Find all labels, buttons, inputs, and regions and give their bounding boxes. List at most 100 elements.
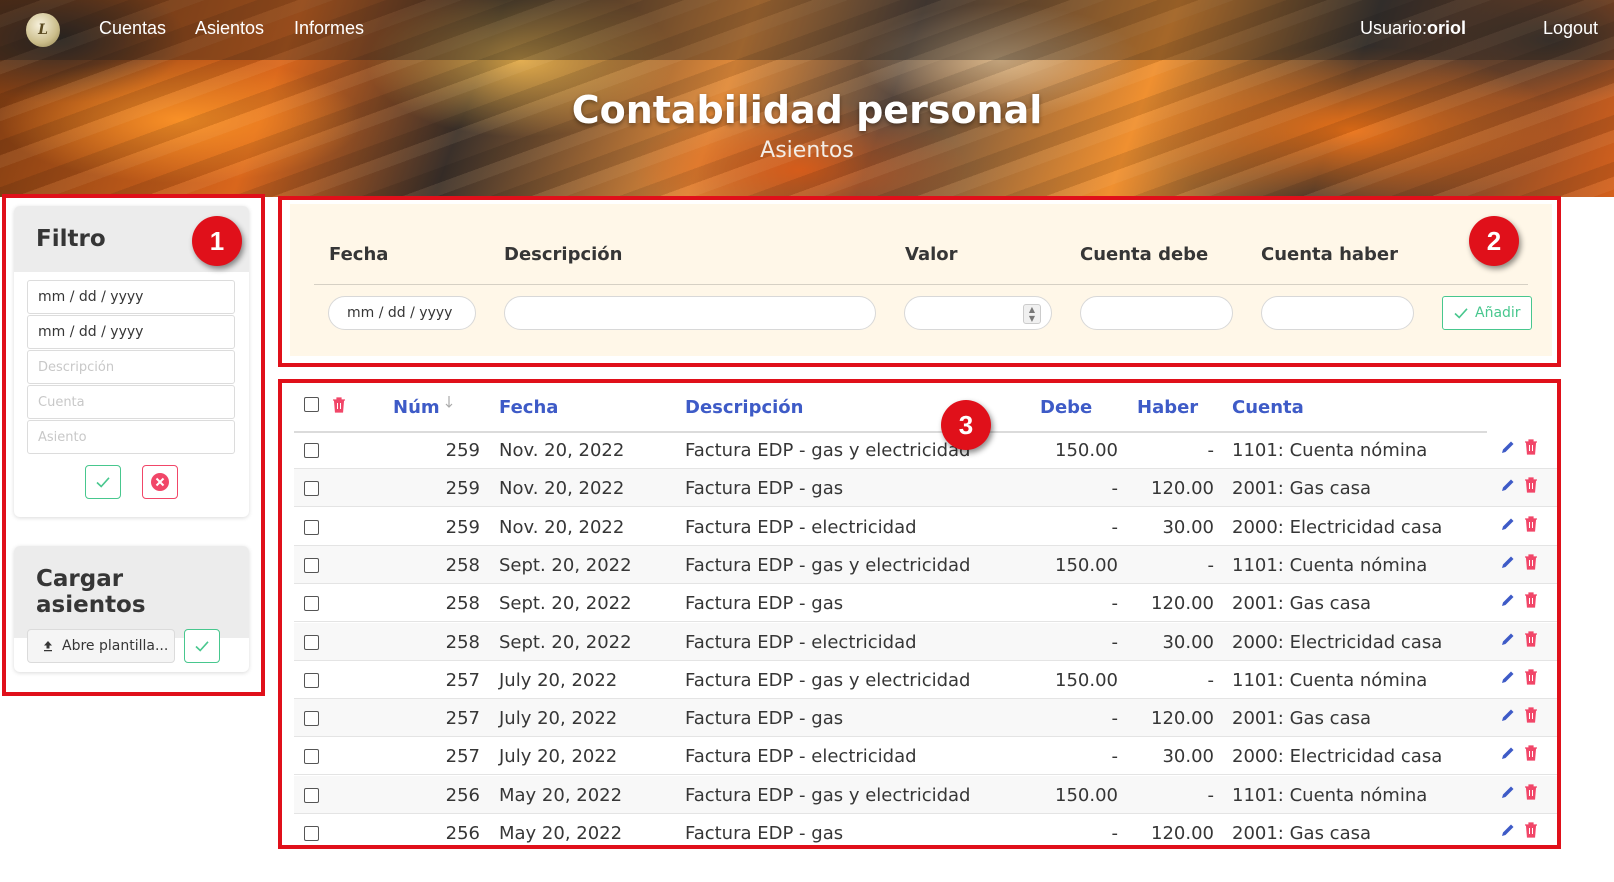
pencil-icon[interactable] (1500, 592, 1516, 608)
row-checkbox[interactable] (304, 596, 319, 612)
row-checkbox[interactable] (304, 826, 319, 841)
table-row[interactable]: 259 Nov. 20, 2022 Factura EDP - gas - 120.00… (294, 469, 1557, 508)
pencil-icon[interactable] (1500, 669, 1516, 685)
table-row[interactable]: 258 Sept. 20, 2022 Factura EDP - gas y ele… (294, 545, 1557, 584)
filter-date-to-input[interactable]: mm / dd / yyyy (27, 315, 235, 349)
row-checkbox[interactable] (304, 481, 319, 497)
label-fecha: Fecha (329, 244, 389, 265)
pencil-icon[interactable] (1500, 707, 1516, 723)
header-haber[interactable]: Haber (1137, 397, 1198, 418)
select-all-checkbox[interactable] (304, 397, 319, 412)
row-checkbox[interactable] (304, 634, 319, 650)
cell-haber: - (1207, 669, 1215, 691)
table-row[interactable]: 258 Sept. 20, 2022 Factura EDP - gas - 120.0… (294, 584, 1557, 623)
pencil-icon[interactable] (1500, 516, 1516, 532)
trash-icon[interactable] (1524, 515, 1538, 532)
cell-num: 256 (445, 823, 480, 844)
table-row[interactable]: 258 Sept. 20, 2022 Factura EDP - electrici… (294, 622, 1557, 661)
entry-credit-account-input[interactable] (1261, 296, 1414, 330)
row-checkbox[interactable] (304, 443, 319, 458)
filter-clear-button[interactable] (142, 465, 178, 499)
trash-icon[interactable] (1524, 592, 1538, 608)
trash-icon[interactable] (1524, 822, 1538, 838)
nav-link-cuentas[interactable]: Cuentas (99, 18, 166, 39)
trash-icon[interactable] (1524, 707, 1538, 723)
pencil-icon[interactable] (1500, 784, 1516, 800)
sort-arrow-down-icon[interactable] (444, 395, 454, 409)
entry-value-input[interactable]: ▲ ▼ (904, 296, 1052, 330)
cell-descripcion: Factura EDP - electricidad (685, 746, 917, 768)
pencil-icon[interactable] (1500, 631, 1516, 647)
trash-icon[interactable] (1524, 439, 1538, 455)
nav-link-informes[interactable]: Informes (294, 18, 364, 39)
filter-apply-button[interactable] (85, 465, 121, 499)
form-divider (314, 284, 1528, 285)
cell-descripcion: Factura EDP - gas (685, 478, 844, 500)
trash-icon[interactable] (332, 397, 346, 413)
row-checkbox[interactable] (304, 519, 319, 535)
open-template-button[interactable]: Abre plantilla... (27, 629, 175, 663)
cell-haber: 120.00 (1151, 708, 1214, 730)
row-checkbox[interactable] (304, 672, 319, 688)
page-header: L Cuentas Asientos Informes Usuario:orio… (0, 0, 1614, 197)
table-row[interactable]: 257 July 20, 2022 Factura EDP - gas - 120.00… (294, 699, 1557, 738)
table-row[interactable]: 259 Nov. 20, 2022 Factura EDP - electricid… (294, 508, 1557, 546)
row-checkbox[interactable] (304, 787, 319, 803)
cell-fecha: Sept. 20, 2022 (499, 593, 632, 615)
table-row[interactable]: 257 July 20, 2022 Factura EDP - electricid… (294, 737, 1557, 776)
nav-link-asientos[interactable]: Asientos (195, 18, 264, 39)
check-icon (1454, 308, 1468, 319)
page-title: Contabilidad personal (571, 88, 1043, 132)
trash-icon[interactable] (1524, 630, 1538, 647)
filter-date-from-input[interactable]: mm / dd / yyyy (27, 280, 235, 314)
table-row[interactable]: 256 May 20, 2022 Factura EDP - gas - 120.00 2… (294, 814, 1557, 845)
cell-haber: 120.00 (1151, 823, 1214, 844)
trash-icon[interactable] (1524, 477, 1538, 493)
row-checkbox[interactable] (304, 557, 319, 573)
entry-description-input[interactable] (504, 296, 876, 330)
trash-icon[interactable] (1524, 784, 1538, 800)
cell-debe: - (1111, 478, 1119, 500)
table-row[interactable]: 256 May 20, 2022 Factura EDP - gas y elect… (294, 775, 1557, 814)
label-valor: Valor (905, 244, 958, 265)
pencil-icon[interactable] (1500, 745, 1516, 761)
cell-debe: 150.00 (1055, 440, 1118, 461)
row-checkbox[interactable] (304, 749, 319, 765)
header-num[interactable]: Núm (393, 397, 440, 418)
table-row[interactable]: 257 July 20, 2022 Factura EDP - gas y elec… (294, 661, 1557, 699)
add-entry-label: Añadir (1475, 305, 1521, 321)
trash-icon[interactable] (1524, 745, 1538, 761)
table-row[interactable]: 259 Nov. 20, 2022 Factura EDP - gas y elec… (294, 431, 1557, 469)
cell-num: 258 (445, 631, 480, 653)
header-descripcion[interactable]: Descripción (685, 397, 804, 418)
filter-account-input[interactable]: Cuenta (27, 385, 235, 419)
spinner-arrows-icon[interactable]: ▲ ▼ (1023, 304, 1041, 324)
filter-entry-input[interactable]: Asiento (27, 420, 235, 454)
logout-link[interactable]: Logout (1543, 18, 1598, 39)
header-cuenta[interactable]: Cuenta (1232, 397, 1304, 418)
entry-date-input[interactable]: mm / dd / yyyy (328, 296, 476, 330)
filter-description-input[interactable]: Descripción (27, 350, 235, 384)
row-checkbox[interactable] (304, 711, 319, 727)
add-entry-button[interactable]: Añadir (1442, 296, 1532, 330)
app-logo-icon[interactable]: L (26, 13, 60, 47)
header-fecha[interactable]: Fecha (499, 397, 558, 418)
cell-fecha: July 20, 2022 (499, 669, 618, 691)
pencil-icon[interactable] (1500, 554, 1516, 570)
cell-debe: - (1111, 746, 1119, 768)
upload-confirm-button[interactable] (184, 629, 220, 663)
cell-haber: - (1207, 554, 1215, 576)
cell-cuenta: 2001: Gas casa (1232, 478, 1372, 500)
cell-fecha: July 20, 2022 (499, 746, 618, 768)
pencil-icon[interactable] (1500, 477, 1516, 493)
cell-cuenta: 1101: Cuenta nómina (1232, 440, 1428, 461)
trash-icon[interactable] (1524, 669, 1538, 685)
header-debe[interactable]: Debe (1040, 397, 1092, 418)
cell-haber: 30.00 (1162, 631, 1214, 653)
pencil-icon[interactable] (1500, 822, 1516, 838)
cell-num: 259 (445, 516, 480, 538)
pencil-icon[interactable] (1500, 439, 1516, 455)
cell-fecha: Sept. 20, 2022 (499, 631, 632, 653)
trash-icon[interactable] (1524, 554, 1538, 570)
entry-debit-account-input[interactable] (1080, 296, 1233, 330)
